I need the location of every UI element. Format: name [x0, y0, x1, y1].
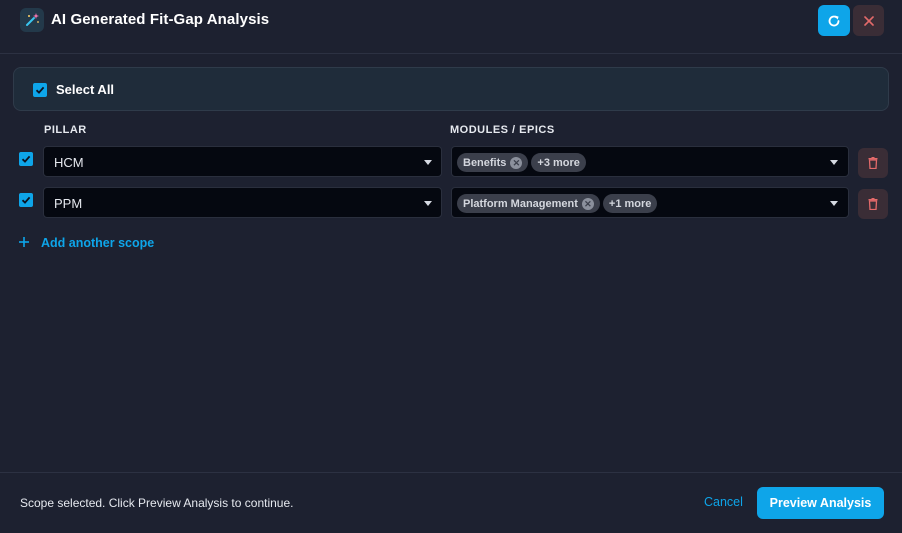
pillar-value: PPM [54, 196, 83, 211]
checkmark-icon [35, 86, 45, 94]
magic-wand-icon [20, 8, 44, 32]
add-scope-label: Add another scope [41, 236, 155, 250]
scope-checkbox[interactable] [19, 193, 33, 207]
checkmark-icon [21, 196, 31, 204]
close-icon [863, 15, 874, 26]
dialog-footer: Scope selected. Click Preview Analysis t… [0, 472, 902, 533]
module-chip: Platform Management ✕ [457, 194, 600, 213]
chevron-down-icon [830, 201, 838, 206]
select-all-checkbox[interactable] [33, 83, 47, 97]
trash-icon [868, 157, 878, 169]
modules-select[interactable]: Platform Management ✕ +1 more [451, 187, 849, 218]
preview-analysis-button[interactable]: Preview Analysis [757, 487, 884, 519]
cancel-button[interactable]: Cancel [704, 495, 743, 509]
chevron-down-icon [424, 201, 432, 206]
add-scope-button[interactable]: Add another scope [18, 236, 154, 250]
chevron-down-icon [830, 160, 838, 165]
close-button[interactable] [853, 5, 884, 36]
plus-icon [18, 236, 32, 250]
checkmark-icon [21, 155, 31, 163]
trash-icon [868, 198, 878, 210]
refresh-button[interactable] [818, 5, 850, 36]
module-chip-label: Platform Management [463, 197, 578, 210]
module-chip-label: Benefits [463, 156, 507, 169]
chip-remove-icon[interactable]: ✕ [510, 156, 523, 169]
select-all-label: Select All [56, 82, 115, 97]
modules-select[interactable]: Benefits ✕ +3 more [451, 146, 849, 177]
pillar-column-header: PILLAR [44, 124, 87, 136]
module-chip: Benefits ✕ [457, 153, 529, 172]
delete-scope-button[interactable] [858, 148, 888, 178]
chip-remove-icon[interactable]: ✕ [581, 197, 594, 210]
refresh-icon [828, 15, 840, 26]
select-all-row: Select All [13, 67, 889, 111]
delete-scope-button[interactable] [858, 189, 888, 219]
scope-checkbox[interactable] [19, 152, 33, 166]
dialog-title: AI Generated Fit-Gap Analysis [51, 11, 270, 28]
pillar-select[interactable]: HCM [43, 146, 442, 177]
chevron-down-icon [424, 160, 432, 165]
modules-column-header: MODULES / EPICS [450, 124, 555, 136]
more-chip: +3 more [531, 153, 586, 172]
pillar-select[interactable]: PPM [43, 187, 442, 218]
more-chip: +1 more [602, 194, 658, 213]
pillar-value: HCM [54, 155, 84, 170]
dialog-header: AI Generated Fit-Gap Analysis [0, 0, 902, 54]
status-text: Scope selected. Click Preview Analysis t… [20, 496, 294, 510]
